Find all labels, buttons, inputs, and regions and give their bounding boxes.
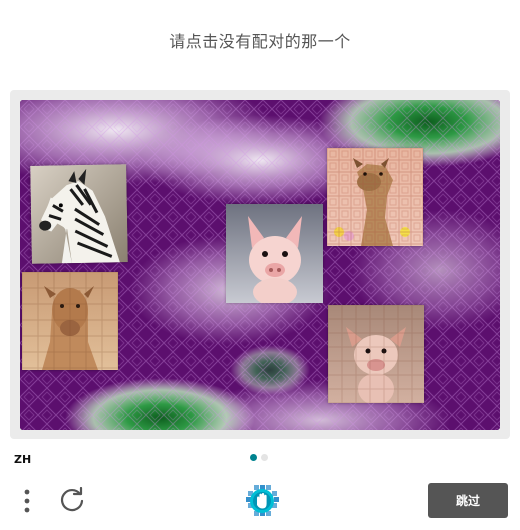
challenge-canvas: [20, 100, 500, 430]
image-tile-camel-left[interactable]: [22, 272, 118, 370]
image-tile-pig-right[interactable]: [328, 305, 424, 403]
page-dot-active: [250, 454, 257, 461]
image-tile-zebra[interactable]: [30, 164, 128, 264]
camel-icon: [22, 272, 118, 370]
challenge-prompt: 请点击没有配对的那一个: [169, 32, 351, 51]
image-tile-pig-center[interactable]: [226, 204, 323, 303]
refresh-button[interactable]: [58, 486, 86, 515]
hcaptcha-logo: [244, 483, 280, 519]
language-selector[interactable]: ZH: [14, 453, 31, 466]
skip-button[interactable]: 跳过: [428, 483, 508, 518]
pig-icon: [226, 204, 323, 303]
more-vertical-icon: [24, 489, 30, 513]
menu-button[interactable]: [20, 487, 34, 515]
pig-icon: [328, 305, 424, 403]
image-tile-camel-right[interactable]: [327, 148, 423, 246]
zebra-icon: [30, 164, 128, 264]
challenge-frame: [10, 90, 510, 439]
hcaptcha-logo-icon: [246, 485, 279, 516]
refresh-icon: [60, 486, 84, 512]
page-dot-inactive: [261, 454, 268, 461]
camel-icon: [327, 148, 423, 246]
